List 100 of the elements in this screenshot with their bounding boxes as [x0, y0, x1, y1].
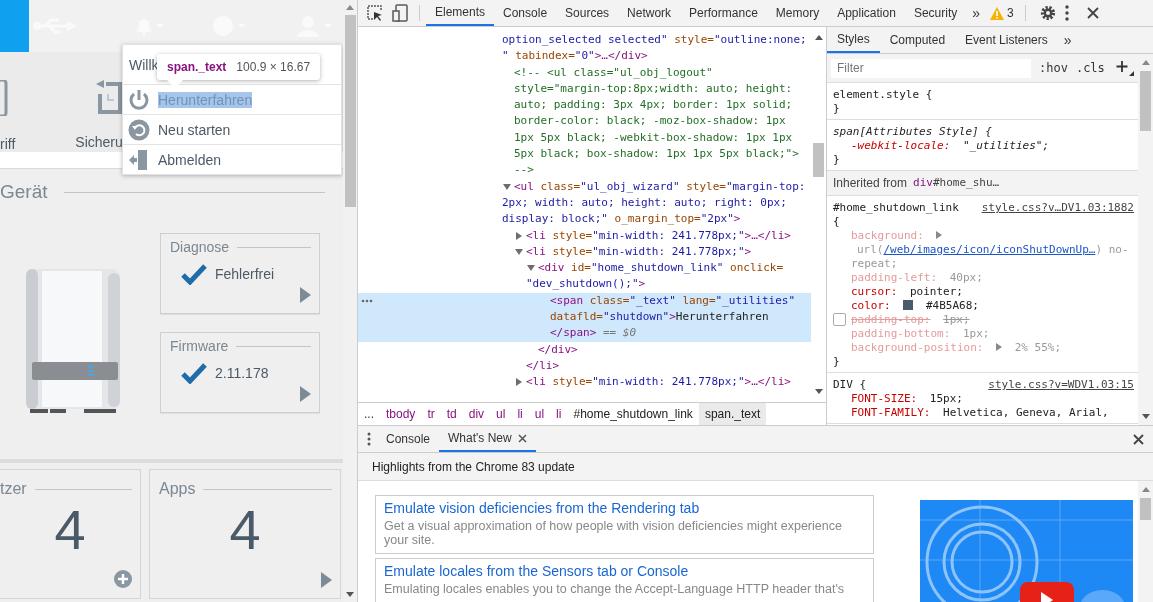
add-icon[interactable] [114, 570, 132, 588]
color-swatch[interactable] [903, 300, 914, 310]
article-card[interactable]: Emulate locales from the Sensors tab or Console Emulating locales enables you to change the Accept-Language HTTP header that's [375, 558, 874, 602]
kebab-menu-icon[interactable] [1064, 5, 1069, 21]
scroll-up-icon[interactable] [814, 35, 823, 40]
url-link[interactable]: /web/images/icon/iconShutDownUp… [883, 243, 1096, 256]
tab-label[interactable]: Console [386, 432, 431, 446]
kebab-menu-icon[interactable] [367, 432, 371, 446]
more-icon[interactable] [361, 298, 373, 303]
inherited-label: Inherited from [833, 176, 908, 190]
sidebar-tab[interactable]: Computed [879, 27, 956, 53]
drawer-tab[interactable]: Console [377, 426, 440, 452]
breadcrumb[interactable]: td [440, 403, 463, 425]
breadcrumb[interactable]: tbody [380, 403, 422, 425]
breadcrumb[interactable]: ul [490, 403, 512, 425]
toggle-button[interactable]: :hov [1039, 61, 1068, 75]
breadcrumb[interactable]: div [462, 403, 491, 425]
more-tabs-button[interactable]: » [966, 5, 987, 21]
expand-triangle-icon[interactable] [996, 343, 1003, 351]
panel-tab[interactable]: Application [828, 0, 905, 26]
collapse-triangle-icon[interactable] [503, 182, 511, 191]
card-title: tzer [0, 480, 27, 498]
close-icon[interactable] [1086, 7, 1099, 19]
settings-icon[interactable] [1039, 5, 1056, 21]
scrollbar[interactable] [1138, 481, 1153, 602]
property-value: 15px; [929, 392, 963, 405]
expand-triangle-icon[interactable] [515, 231, 523, 240]
property-name: color: [851, 299, 891, 312]
source-link[interactable]: style.css?v…DV1.03:1882 [981, 201, 1134, 215]
menu-item[interactable]: Neu starten [123, 114, 341, 144]
count-value: 4 [228, 502, 262, 558]
scrollbar-thumb[interactable] [344, 15, 356, 207]
chevron-right-icon[interactable] [321, 572, 332, 588]
more-tabs-button[interactable]: » [1057, 32, 1078, 48]
selected-node-row[interactable]: <span class="_text" lang="_utilities" datafld="shutdown">Herunterfahren </span> == $0 [358, 292, 811, 342]
code-line: <li style="min-width: 241.778px;">…</li> [526, 228, 791, 242]
panel-tab[interactable]: Performance [680, 0, 767, 26]
filter-field[interactable]: Filter [831, 58, 1031, 78]
chevron-right-icon[interactable] [300, 287, 311, 303]
panel-tab[interactable]: Network [618, 0, 681, 26]
count-card[interactable]: Apps 4 [149, 469, 341, 599]
breadcrumb[interactable]: tr [421, 403, 441, 425]
brace: { [833, 215, 840, 228]
checkbox[interactable] [833, 313, 846, 326]
chevron-right-icon[interactable] [300, 386, 311, 402]
menu-label[interactable]: Neu starten [158, 121, 231, 138]
scroll-up-icon[interactable] [1141, 487, 1150, 492]
menu-item[interactable]: Abmelden [123, 144, 341, 174]
add-rule-icon[interactable] [1116, 60, 1134, 76]
panel-tab[interactable]: Sources [556, 0, 619, 26]
code-line: <!-- <ul class="ul_obj_logout" [514, 65, 713, 79]
scrollbar[interactable] [1138, 54, 1153, 425]
brace: } [833, 102, 840, 115]
breadcrumb[interactable]: li [550, 403, 568, 425]
source-link[interactable]: style.css?v=WDV1.03:15 [988, 378, 1134, 392]
close-icon[interactable] [517, 433, 527, 443]
rule-selector: span[Attributes Style] { [833, 125, 992, 139]
expand-triangle-icon[interactable] [515, 378, 523, 387]
scroll-down-icon[interactable] [1141, 414, 1150, 419]
breadcrumb[interactable]: span._text [698, 403, 767, 425]
section-title: Gerät [0, 181, 48, 203]
panel-tab[interactable]: Console [494, 0, 557, 26]
close-icon[interactable] [1133, 433, 1144, 445]
device-toolbar-icon[interactable] [392, 4, 408, 22]
tab-label[interactable]: What's New [448, 431, 512, 445]
scrollbar-thumb[interactable] [1140, 498, 1151, 520]
inspect-icon[interactable] [367, 5, 383, 21]
breadcrumb[interactable]: ul [528, 403, 551, 425]
toolbar-label[interactable]: Sicheru [75, 134, 123, 150]
status-value: Fehlerfrei [215, 266, 275, 282]
scrollbar[interactable] [343, 0, 358, 602]
article-title[interactable]: Emulate vision deficiencies from the Rendering tab [384, 500, 865, 516]
scroll-down-icon[interactable] [346, 592, 354, 597]
expand-triangle-icon[interactable] [936, 231, 943, 239]
breadcrumb[interactable]: li [511, 403, 529, 425]
backup-icon[interactable] [96, 80, 123, 114]
scrollbar-thumb[interactable] [1140, 71, 1151, 131]
sidebar-tab[interactable]: Event Listeners [955, 27, 1058, 53]
tooltip-selector: span._text [167, 60, 227, 74]
article-title[interactable]: Emulate locales from the Sensors tab or Console [384, 563, 865, 579]
status-card[interactable]: Firmware 2.11.178 [160, 332, 320, 413]
count-card[interactable]: tzer 4 [0, 469, 141, 599]
scroll-down-icon[interactable] [814, 389, 823, 394]
scroll-up-icon[interactable] [1141, 60, 1150, 65]
scrollbar-thumb[interactable] [813, 143, 824, 177]
warning-icon[interactable] [990, 6, 1005, 20]
scroll-up-icon[interactable] [346, 5, 354, 10]
warning-count[interactable]: 3 [1007, 6, 1014, 20]
toolbar-label[interactable]: riff [0, 136, 16, 152]
menu-label[interactable]: Abmelden [158, 151, 222, 168]
breadcrumb[interactable]: #home_shutdown_link [567, 403, 699, 425]
status-card[interactable]: Diagnose Fehlerfrei [160, 233, 320, 314]
article-description: Emulating locales enables you to change the Accept-Language HTTP header that's [384, 582, 846, 596]
element-link[interactable]: div#home_shu… [913, 176, 1000, 190]
breadcrumb[interactable]: ... [358, 403, 380, 425]
toggle-button[interactable]: .cls [1075, 61, 1105, 75]
checkmark-icon [181, 362, 207, 384]
article-card[interactable]: Emulate vision deficiencies from the Rendering tab Get a visual approximation of how people with vision deficiencies might experience your site. [375, 495, 874, 554]
panel-tab[interactable]: Memory [766, 0, 829, 26]
panel-tab[interactable]: Security [904, 0, 967, 26]
